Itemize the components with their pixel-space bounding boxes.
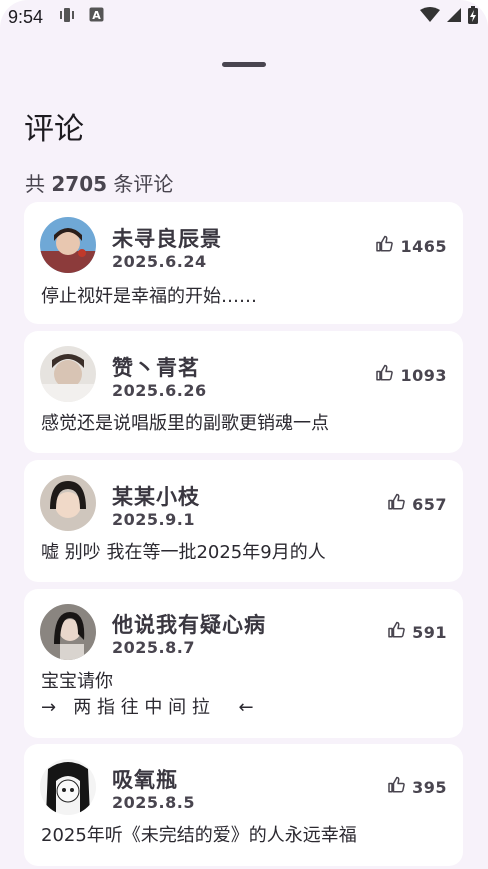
commenter-name[interactable]: 未寻良辰景 — [112, 223, 222, 253]
comment-text: 嘘 别吵 我在等一批2025年9月的人 — [41, 542, 326, 563]
wifi-icon — [420, 6, 440, 28]
like-button[interactable]: 591 — [387, 621, 447, 643]
comment-count: 共 2705 条评论 — [25, 168, 173, 197]
cell-signal-icon — [446, 7, 462, 28]
avatar[interactable] — [40, 346, 96, 402]
status-bar: 9:54 A — [0, 0, 488, 34]
comment-text: 2025年听《未完结的爱》的人永远幸福 — [41, 825, 357, 846]
commenter-name[interactable]: 赞丶青茗 — [112, 352, 200, 382]
like-count: 1465 — [400, 236, 447, 256]
comment-date: 2025.9.1 — [112, 510, 195, 529]
thumb-up-outline-icon — [387, 493, 406, 515]
avatar[interactable] — [40, 475, 96, 531]
like-count: 1093 — [400, 365, 447, 385]
avatar[interactable] — [40, 217, 96, 273]
comment-count-value: 2705 — [51, 172, 108, 196]
comment-text-line-2: → 两 指 往 中 间 拉 ← — [41, 697, 254, 718]
like-button[interactable]: 1465 — [375, 235, 447, 257]
app-notification-icon: A — [89, 7, 104, 27]
like-button[interactable]: 395 — [387, 776, 447, 798]
status-time: 9:54 — [8, 6, 44, 27]
like-count: 395 — [412, 777, 447, 797]
comment-text: 感觉还是说唱版里的副歌更销魂一点 — [41, 413, 329, 434]
battery-charging-icon — [468, 5, 478, 29]
thumb-up-outline-icon — [387, 621, 406, 643]
comment-card[interactable]: 吸氧瓶 2025.8.5 395 2025年听《未完结的爱》的人永远幸福 — [24, 744, 463, 866]
commenter-name[interactable]: 某某小枝 — [112, 481, 200, 511]
comment-text: 停止视奸是幸福的开始…… — [41, 286, 257, 307]
sheet-title: 评论 — [24, 112, 84, 147]
comment-card[interactable]: 未寻良辰景 2025.6.24 1465 停止视奸是幸福的开始…… — [24, 202, 463, 324]
thumb-up-outline-icon — [387, 776, 406, 798]
like-count: 591 — [412, 622, 447, 642]
thumb-up-outline-icon — [375, 235, 394, 257]
comment-date: 2025.8.7 — [112, 638, 195, 657]
drag-handle[interactable] — [222, 62, 266, 67]
avatar[interactable] — [40, 759, 96, 815]
svg-text:A: A — [92, 9, 101, 22]
like-count: 657 — [412, 494, 447, 514]
like-button[interactable]: 657 — [387, 493, 447, 515]
comments-bottom-sheet: 9:54 A 评论 共 2705 条评论 未寻良辰景 2025.6.24 146… — [0, 0, 488, 869]
comment-count-suffix: 条评论 — [113, 172, 174, 196]
comment-date: 2025.6.24 — [112, 252, 207, 271]
avatar[interactable] — [40, 604, 96, 660]
commenter-name[interactable]: 他说我有疑心病 — [112, 609, 266, 639]
comment-date: 2025.8.5 — [112, 793, 195, 812]
comment-count-prefix: 共 — [25, 172, 45, 196]
like-button[interactable]: 1093 — [375, 364, 447, 386]
comment-text-line-1: 宝宝请你 — [41, 671, 113, 692]
comment-card[interactable]: 某某小枝 2025.9.1 657 嘘 别吵 我在等一批2025年9月的人 — [24, 460, 463, 582]
thumb-up-outline-icon — [375, 364, 394, 386]
comment-date: 2025.6.26 — [112, 381, 207, 400]
vibrate-icon — [59, 7, 75, 28]
comment-card[interactable]: 赞丶青茗 2025.6.26 1093 感觉还是说唱版里的副歌更销魂一点 — [24, 331, 463, 453]
comment-card[interactable]: 他说我有疑心病 2025.8.7 591 宝宝请你 → 两 指 往 中 间 拉 … — [24, 589, 463, 738]
commenter-name[interactable]: 吸氧瓶 — [112, 764, 178, 794]
